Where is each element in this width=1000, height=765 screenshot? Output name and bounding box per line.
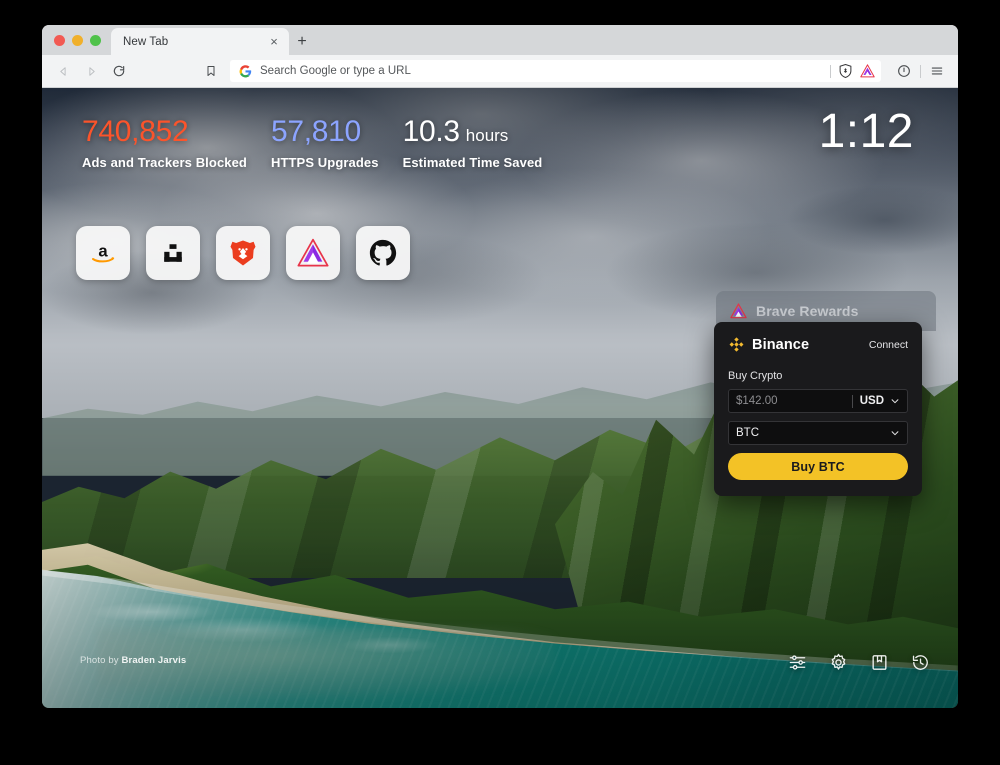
top-site-brave[interactable] [216,226,270,280]
info-circle-icon[interactable] [891,58,917,84]
stat-value: 740,852 [82,115,189,148]
gear-icon[interactable] [829,653,848,672]
new-tab-page: 740,852 Ads and Trackers Blocked 57,810 … [42,88,958,708]
binance-brand: Binance [728,336,809,353]
chevron-down-icon [891,399,899,404]
buy-btc-button[interactable]: Buy BTC [728,453,908,480]
amount-input-row[interactable]: $142.00 USD [728,389,908,413]
photo-credit-prefix: Photo by [80,655,122,666]
binance-diamond-icon [729,337,744,352]
tab-title: New Tab [123,35,169,48]
uphold-icon [164,244,182,262]
top-site-uphold[interactable] [146,226,200,280]
new-tab-button[interactable]: + [289,28,315,55]
toolbar-right-group [889,58,950,84]
stat-label: Ads and Trackers Blocked [82,154,247,170]
minimize-window-button[interactable] [72,34,83,46]
bat-triangle-icon [730,303,747,319]
brave-rewards-triangle-icon[interactable] [860,64,875,79]
address-bar[interactable]: Search Google or type a URL [230,60,881,82]
photo-credit: Photo by Braden Jarvis [80,655,186,666]
field-divider [851,394,853,408]
top-sites: a [76,226,410,280]
amount-input[interactable]: $142.00 [736,395,845,407]
asset-select-row[interactable]: BTC [728,421,908,445]
privacy-stats: 740,852 Ads and Trackers Blocked 57,810 … [82,116,542,170]
stat-value: 57,810 [270,115,361,148]
browser-tab[interactable]: New Tab × [111,28,289,55]
brave-lion-icon [230,240,256,266]
sliders-icon[interactable] [788,653,807,672]
github-icon [369,239,397,266]
stat-label: HTTPS Upgrades [270,154,379,170]
new-tab-actions [788,653,930,672]
photo-credit-author: Braden Jarvis [121,655,187,666]
bat-triangle-icon [297,238,329,267]
close-tab-icon[interactable]: × [267,35,281,49]
stat-unit: hours [465,126,509,145]
history-clock-icon[interactable] [911,653,930,672]
svg-text:a: a [98,241,108,260]
stat-ads-blocked: 740,852 Ads and Trackers Blocked [82,116,247,170]
top-site-amazon[interactable]: a [76,226,130,280]
hamburger-menu-icon[interactable] [924,58,950,84]
stat-label: Estimated Time Saved [402,154,543,170]
toolbar-divider [920,64,921,78]
zoom-window-button[interactable] [90,34,101,46]
stat-value: 10.3 [402,115,461,148]
brave-shields-icon[interactable] [838,64,853,79]
stat-time-saved: 10.3 hours Estimated Time Saved [403,116,543,170]
tab-strip: New Tab × + [42,25,958,55]
window-controls [52,25,111,55]
chevron-down-icon [891,431,899,436]
bookmark-this-page-icon[interactable] [198,58,224,84]
rewards-tab-label: Brave Rewards [756,303,859,319]
google-g-icon [238,64,253,79]
bookmarks-book-icon[interactable] [870,653,889,672]
currency-select-value[interactable]: USD [860,395,884,407]
close-window-button[interactable] [54,34,65,46]
back-button[interactable] [50,58,76,84]
binance-name: Binance [752,336,810,353]
forward-button[interactable] [78,58,104,84]
top-site-github[interactable] [356,226,410,280]
omnibox-divider [830,64,831,78]
top-site-bat[interactable] [286,226,340,280]
binance-header: Binance Connect [728,336,908,353]
address-bar-placeholder: Search Google or type a URL [260,65,411,77]
binance-widget: Binance Connect Buy Crypto $142.00 USD B… [714,322,922,496]
browser-window: New Tab × + Search Google or type a URL … [42,25,958,708]
buy-crypto-label: Buy Crypto [728,370,783,382]
browser-toolbar: Search Google or type a URL [42,55,958,88]
reload-button[interactable] [106,58,132,84]
binance-connect-link[interactable]: Connect [869,339,908,351]
stat-https-upgrades: 57,810 HTTPS Upgrades [271,116,379,170]
clock: 1:12 [818,105,914,158]
amazon-icon: a [92,241,115,263]
asset-select-value[interactable]: BTC [736,427,890,439]
